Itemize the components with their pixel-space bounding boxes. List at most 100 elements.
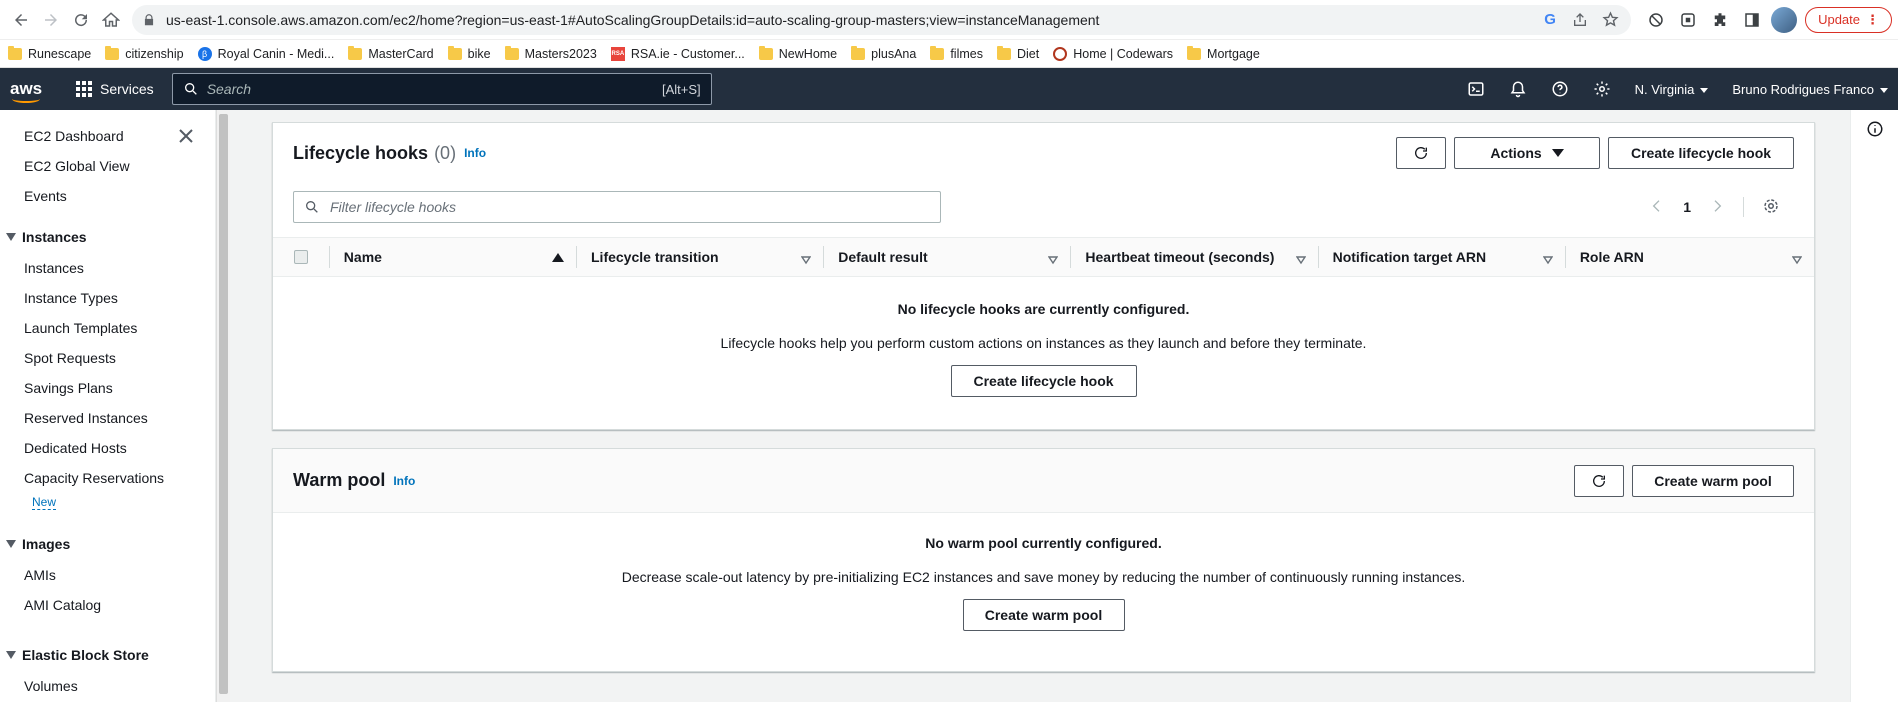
sort-icon bbox=[800, 252, 812, 265]
sidebar-item[interactable]: Volumes bbox=[24, 678, 78, 694]
bookmark-label: Home | Codewars bbox=[1073, 46, 1174, 61]
sidebar-item[interactable]: Launch Templates bbox=[24, 320, 137, 336]
sidebar-scrollbar[interactable] bbox=[216, 110, 230, 702]
actions-dropdown[interactable]: Actions bbox=[1454, 137, 1600, 169]
bookmark-item[interactable]: citizenship bbox=[105, 45, 184, 61]
lifecycle-hooks-panel: Lifecycle hooks (0) Info Actions Create … bbox=[272, 122, 1815, 430]
back-icon[interactable] bbox=[6, 5, 36, 35]
refresh-lifecycle-button[interactable] bbox=[1396, 137, 1446, 169]
profile-avatar[interactable] bbox=[1771, 6, 1798, 33]
info-circle-icon[interactable] bbox=[1866, 120, 1884, 138]
sidebar-item[interactable]: AMI Catalog bbox=[24, 597, 101, 613]
update-label: Update bbox=[1818, 12, 1860, 27]
bookmark-label: RSA.ie - Customer... bbox=[630, 46, 745, 61]
create-lifecycle-hook-empty-button[interactable]: Create lifecycle hook bbox=[950, 365, 1137, 397]
create-warm-pool-button[interactable]: Create warm pool bbox=[1632, 464, 1794, 497]
lock-icon bbox=[144, 13, 154, 25]
sort-icon bbox=[1048, 252, 1059, 265]
aws-top-nav: aws Services Search [Alt+S] N. Virginia … bbox=[0, 68, 1898, 110]
create-warm-pool-empty-button[interactable]: Create warm pool bbox=[962, 599, 1125, 631]
page-number[interactable]: 1 bbox=[1683, 199, 1691, 215]
column-label: Default result bbox=[838, 249, 928, 265]
warm-pool-info-link[interactable]: Info bbox=[393, 474, 415, 488]
address-bar[interactable]: us-east-1.console.aws.amazon.com/ec2/hom… bbox=[132, 4, 1632, 35]
settings-gear-icon[interactable] bbox=[1593, 80, 1611, 98]
column-header[interactable]: Heartbeat timeout (seconds) bbox=[1070, 246, 1317, 268]
bookmark-item[interactable]: MasterCard bbox=[348, 45, 434, 61]
bookmark-item[interactable]: Masters2023 bbox=[504, 45, 597, 61]
filter-placeholder: Filter lifecycle hooks bbox=[330, 199, 457, 215]
column-header[interactable]: Role ARN bbox=[1564, 246, 1814, 268]
refresh-icon bbox=[1415, 147, 1427, 159]
sidebar-item[interactable]: EC2 Dashboard bbox=[24, 128, 124, 144]
google-icon[interactable]: G bbox=[1539, 9, 1561, 31]
sidebar-item[interactable]: Instances bbox=[24, 260, 84, 276]
search-icon bbox=[306, 201, 318, 213]
warm-pool-panel: Warm pool Info Create warm pool No warm … bbox=[272, 448, 1815, 672]
grid-icon bbox=[76, 81, 92, 97]
bookmark-item[interactable]: Runescape bbox=[8, 45, 91, 61]
folder-icon bbox=[1187, 45, 1202, 60]
table-settings-icon[interactable] bbox=[1762, 197, 1780, 218]
reload-icon[interactable] bbox=[66, 5, 96, 35]
bookmark-label: MasterCard bbox=[368, 46, 434, 61]
column-header[interactable]: Default result bbox=[823, 246, 1070, 268]
extension-icon-2[interactable] bbox=[1675, 7, 1701, 33]
column-header[interactable]: Lifecycle transition bbox=[576, 246, 823, 268]
sidebar-item[interactable]: EC2 Global View bbox=[24, 158, 130, 174]
sidebar-item[interactable]: Dedicated Hosts bbox=[24, 440, 127, 456]
chevron-right-icon[interactable] bbox=[1709, 198, 1725, 217]
sidebar-item[interactable]: Capacity Reservations bbox=[24, 470, 164, 486]
cloudshell-icon[interactable] bbox=[1467, 80, 1485, 98]
puzzle-icon[interactable] bbox=[1707, 7, 1733, 33]
region-selector[interactable]: N. Virginia bbox=[1635, 82, 1709, 97]
forward-icon[interactable] bbox=[36, 5, 66, 35]
sidebar-item[interactable]: Instance Types bbox=[24, 290, 118, 306]
share-icon[interactable] bbox=[1569, 9, 1591, 31]
sidebar-section-header[interactable]: Images bbox=[6, 536, 70, 552]
sidebar-item[interactable]: Savings Plans bbox=[24, 380, 113, 396]
bell-icon[interactable] bbox=[1509, 80, 1527, 98]
lifecycle-info-link[interactable]: Info bbox=[464, 146, 486, 160]
pagination: 1 bbox=[1649, 197, 1794, 218]
chevron-left-icon[interactable] bbox=[1649, 198, 1665, 217]
extension-icon-1[interactable] bbox=[1643, 7, 1669, 33]
url-text[interactable]: us-east-1.console.aws.amazon.com/ec2/hom… bbox=[166, 12, 1531, 28]
sidebar-section-header[interactable]: Instances bbox=[6, 229, 87, 245]
star-icon[interactable] bbox=[1599, 9, 1621, 31]
bookmark-label: filmes bbox=[950, 46, 983, 61]
column-label: Role ARN bbox=[1579, 249, 1644, 265]
bookmark-item[interactable]: filmes bbox=[930, 45, 983, 61]
aws-search-input[interactable]: Search [Alt+S] bbox=[171, 73, 712, 105]
sidepanel-icon[interactable] bbox=[1739, 7, 1765, 33]
update-button[interactable]: Update ⋮ bbox=[1805, 6, 1892, 33]
sidebar-item[interactable]: AMIs bbox=[24, 567, 56, 583]
home-icon[interactable] bbox=[96, 5, 126, 35]
column-header[interactable]: Notification target ARN bbox=[1317, 246, 1565, 268]
bookmark-item[interactable]: Diet bbox=[996, 45, 1039, 61]
create-lifecycle-hook-button[interactable]: Create lifecycle hook bbox=[1608, 137, 1794, 169]
bookmark-item[interactable]: Mortgage bbox=[1187, 45, 1260, 61]
account-menu[interactable]: Bruno Rodrigues Franco bbox=[1732, 82, 1888, 97]
sidebar-item[interactable]: Events bbox=[24, 188, 67, 204]
bookmark-item[interactable]: plusAna bbox=[851, 45, 916, 61]
bookmark-item[interactable]: bike bbox=[447, 45, 491, 61]
lifecycle-empty-title: No lifecycle hooks are currently configu… bbox=[897, 301, 1190, 317]
select-all-checkbox[interactable] bbox=[293, 250, 308, 264]
bookmark-item[interactable]: β Royal Canin - Medi... bbox=[197, 46, 334, 61]
sidebar-section-header[interactable]: Elastic Block Store bbox=[6, 647, 149, 663]
refresh-warm-pool-button[interactable] bbox=[1574, 464, 1624, 497]
column-label: Lifecycle transition bbox=[591, 249, 719, 265]
bookmark-item[interactable]: RSA RSA.ie - Customer... bbox=[610, 46, 745, 61]
tools-rail bbox=[1850, 110, 1898, 702]
services-menu[interactable]: Services bbox=[76, 81, 154, 97]
help-icon[interactable] bbox=[1551, 80, 1569, 98]
bookmark-item[interactable]: NewHome bbox=[758, 45, 837, 61]
column-header[interactable]: Name bbox=[328, 246, 576, 268]
lifecycle-filter-input[interactable]: Filter lifecycle hooks bbox=[293, 191, 941, 223]
sidebar-item[interactable]: Spot Requests bbox=[24, 350, 116, 366]
close-icon[interactable] bbox=[178, 128, 194, 144]
aws-logo[interactable]: aws bbox=[10, 79, 58, 103]
sidebar-item[interactable]: Reserved Instances bbox=[24, 410, 148, 426]
bookmark-item[interactable]: Home | Codewars bbox=[1053, 46, 1174, 61]
